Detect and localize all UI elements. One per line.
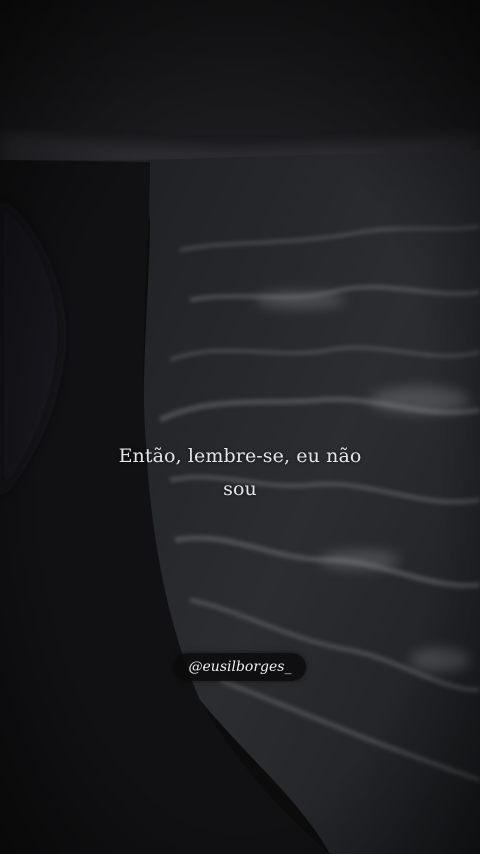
wallpaper-scene: Então, lembre-se, eu não sou @eusilborge… (0, 0, 480, 854)
vignette (0, 0, 480, 854)
quote-line-1: Então, lembre-se, eu não (118, 445, 362, 467)
quote-line-2: sou (223, 478, 257, 500)
author-handle: @eusilborges_ (188, 659, 292, 675)
author-handle-badge: @eusilborges_ (174, 653, 306, 681)
quote-text: Então, lembre-se, eu não sou (0, 440, 480, 506)
beach-background-image (0, 0, 480, 854)
